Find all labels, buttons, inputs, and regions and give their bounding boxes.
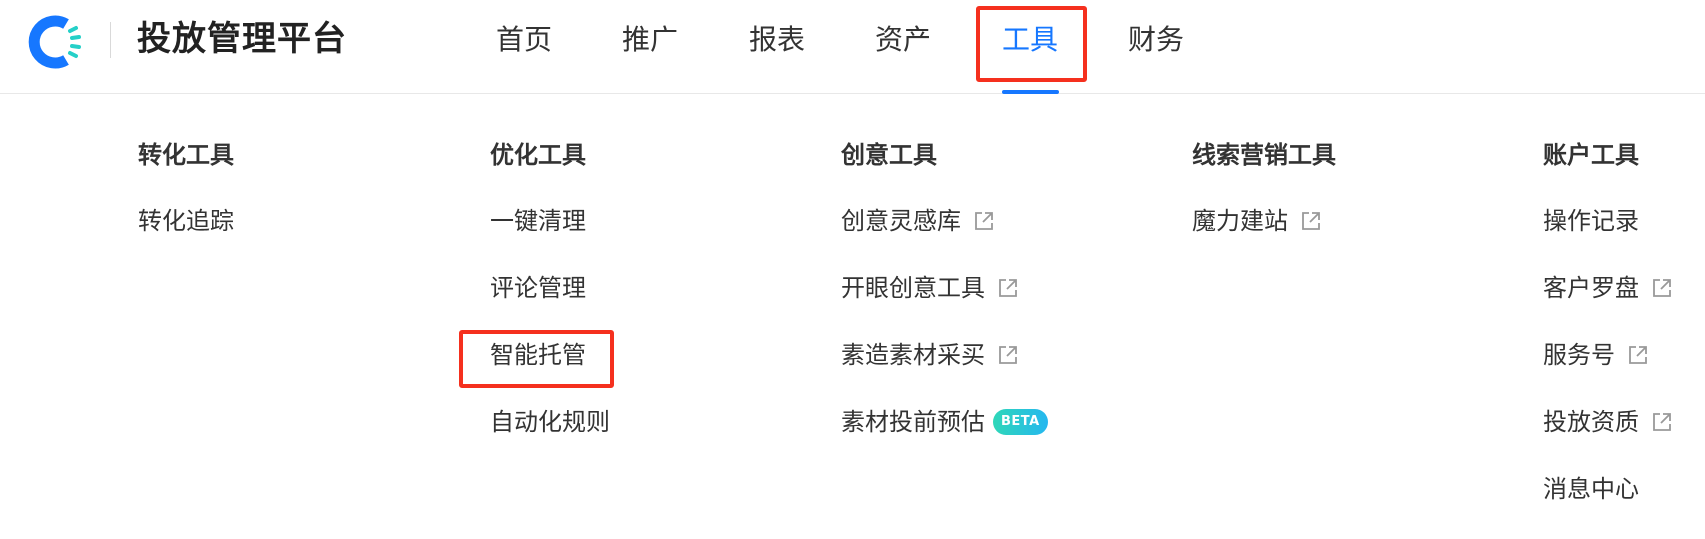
menu-column-conversion-tools: 转化工具 转化追踪 <box>138 138 234 271</box>
menu-item-ad-qualification[interactable]: 投放资质 <box>1543 405 1673 439</box>
menu-column-creative-tools: 创意工具 创意灵感库 开眼创意工具 素造素材采买 素材投前预估 BETA <box>841 138 1048 472</box>
menu-column-optimization-tools: 优化工具 一键清理 评论管理 智能托管 自动化规则 <box>490 138 610 472</box>
menu-item-label: 操作记录 <box>1543 207 1639 235</box>
ring-logo-icon[interactable] <box>24 12 84 72</box>
menu-item-label: 投放资质 <box>1543 408 1639 436</box>
menu-item-message-center[interactable]: 消息中心 <box>1543 472 1673 506</box>
nav-tab-assets[interactable]: 资产 <box>875 20 931 60</box>
menu-item-material-pre-launch-estimate[interactable]: 素材投前预估 BETA <box>841 405 1048 439</box>
external-link-icon <box>1302 212 1320 230</box>
menu-item-label: 客户罗盘 <box>1543 274 1639 302</box>
menu-item-service-account[interactable]: 服务号 <box>1543 338 1673 372</box>
logo-divider <box>110 22 111 58</box>
external-link-icon <box>1653 279 1671 297</box>
menu-item-one-click-cleanup[interactable]: 一键清理 <box>490 204 610 238</box>
beta-badge: BETA <box>993 409 1048 435</box>
menu-item-moli-site-builder[interactable]: 魔力建站 <box>1192 204 1336 238</box>
menu-item-label: 消息中心 <box>1543 475 1639 503</box>
menu-item-suzao-material-purchase[interactable]: 素造素材采买 <box>841 338 1048 372</box>
menu-item-label: 素材投前预估 <box>841 408 985 436</box>
external-link-icon <box>975 212 993 230</box>
menu-item-label: 智能托管 <box>490 341 586 369</box>
menu-item-label: 转化追踪 <box>138 207 234 235</box>
column-title: 线索营销工具 <box>1192 141 1336 169</box>
nav-tab-reports[interactable]: 报表 <box>749 20 805 60</box>
menu-item-label: 开眼创意工具 <box>841 274 985 302</box>
external-link-icon <box>1653 413 1671 431</box>
menu-item-label: 素造素材采买 <box>841 341 985 369</box>
column-title: 账户工具 <box>1543 141 1639 169</box>
column-title: 优化工具 <box>490 141 586 169</box>
column-title: 创意工具 <box>841 141 937 169</box>
menu-column-lead-marketing-tools: 线索营销工具 魔力建站 <box>1192 138 1336 271</box>
menu-item-smart-hosting[interactable]: 智能托管 <box>490 338 610 372</box>
menu-item-creative-inspiration-library[interactable]: 创意灵感库 <box>841 204 1048 238</box>
menu-item-operation-log[interactable]: 操作记录 <box>1543 204 1673 238</box>
platform-title: 投放管理平台 <box>137 19 347 59</box>
menu-item-kaiyan-creative-tool[interactable]: 开眼创意工具 <box>841 271 1048 305</box>
menu-item-automation-rules[interactable]: 自动化规则 <box>490 405 610 439</box>
nav-tab-finance[interactable]: 财务 <box>1128 20 1184 60</box>
menu-item-label: 一键清理 <box>490 207 586 235</box>
menu-item-label: 创意灵感库 <box>841 207 961 235</box>
menu-item-customer-compass[interactable]: 客户罗盘 <box>1543 271 1673 305</box>
top-navigation-bar: 投放管理平台 首页 推广 报表 资产 工具 财务 <box>0 0 1705 94</box>
menu-column-account-tools: 账户工具 操作记录 客户罗盘 服务号 投放资质 消息中心 <box>1543 138 1673 539</box>
nav-tab-tools[interactable]: 工具 <box>1002 20 1058 60</box>
menu-item-label: 自动化规则 <box>490 408 610 436</box>
external-link-icon <box>999 279 1017 297</box>
menu-item-label: 魔力建站 <box>1192 207 1288 235</box>
menu-item-label: 服务号 <box>1543 341 1615 369</box>
menu-item-label: 评论管理 <box>490 274 586 302</box>
external-link-icon <box>999 346 1017 364</box>
menu-item-conversion-tracking[interactable]: 转化追踪 <box>138 204 234 238</box>
external-link-icon <box>1629 346 1647 364</box>
active-tab-indicator <box>1002 90 1059 94</box>
nav-tab-home[interactable]: 首页 <box>496 20 552 60</box>
column-title: 转化工具 <box>138 141 234 169</box>
nav-tab-promotion[interactable]: 推广 <box>622 20 678 60</box>
menu-item-comment-management[interactable]: 评论管理 <box>490 271 610 305</box>
